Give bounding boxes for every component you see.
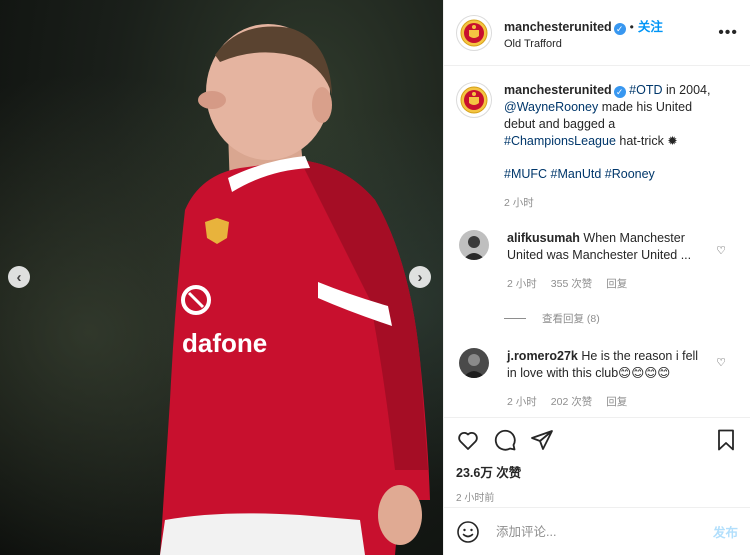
comment-input[interactable] bbox=[496, 524, 713, 539]
hashtag-link[interactable]: #Rooney bbox=[605, 167, 655, 181]
save-bookmark-icon[interactable] bbox=[714, 428, 738, 452]
comment-username[interactable]: alifkusumah bbox=[507, 231, 580, 245]
replies-divider bbox=[504, 318, 526, 319]
follow-button[interactable]: 关注 bbox=[638, 20, 663, 34]
more-options-icon[interactable]: ••• bbox=[718, 24, 738, 42]
comments-list[interactable]: manchesterunited ✓ #OTD in 2004, @WayneRo… bbox=[444, 66, 750, 416]
commenter-avatar[interactable] bbox=[459, 230, 489, 260]
verified-badge-icon: ✓ bbox=[613, 86, 626, 98]
add-comment-bar: 发布 bbox=[444, 507, 750, 555]
mention-link[interactable]: @WayneRooney bbox=[504, 100, 598, 114]
post-timestamp[interactable]: 2 小时前 bbox=[456, 489, 738, 504]
hashtag-link[interactable]: #OTD bbox=[629, 83, 662, 97]
post-photo[interactable]: dafone ‹ › bbox=[0, 0, 443, 555]
hashtag-link[interactable]: #MUFC bbox=[504, 167, 547, 181]
comment-bubble-icon[interactable] bbox=[493, 428, 517, 452]
post-side-panel: manchesterunited✓•关注 Old Trafford ••• bbox=[443, 0, 750, 555]
view-replies-label[interactable]: 查看回复 (8) bbox=[542, 311, 600, 326]
like-count[interactable]: 23.6万 次赞 bbox=[456, 462, 738, 481]
caption-text: manchesterunited ✓ #OTD in 2004, @WayneRo… bbox=[504, 82, 724, 150]
caption-segment: hat-trick ✹ bbox=[615, 134, 678, 148]
comment-like-count[interactable]: 202 次赞 bbox=[551, 394, 592, 411]
emoji-smiley-icon[interactable] bbox=[456, 520, 480, 544]
man-utd-crest-icon bbox=[460, 86, 488, 114]
like-heart-icon[interactable] bbox=[456, 428, 480, 452]
previous-photo-button[interactable]: ‹ bbox=[8, 266, 30, 288]
post-comment-button[interactable]: 发布 bbox=[713, 522, 738, 541]
comment-like-count[interactable]: 355 次赞 bbox=[551, 276, 592, 293]
hashtag-link[interactable]: #ManUtd bbox=[551, 167, 602, 181]
comment-like-heart-icon[interactable]: ♡ bbox=[716, 356, 726, 369]
separator-dot: • bbox=[629, 19, 634, 34]
reply-button[interactable]: 回复 bbox=[606, 276, 627, 293]
share-paper-plane-icon[interactable] bbox=[530, 428, 554, 452]
location-link[interactable]: Old Trafford bbox=[504, 38, 718, 50]
comment-time[interactable]: 2 小时 bbox=[507, 394, 537, 411]
man-utd-crest-icon bbox=[460, 19, 488, 46]
caption-time[interactable]: 2 小时 bbox=[504, 195, 724, 212]
instagram-post-view: dafone ‹ › manchesterunited ✓ • 关注 Old T… bbox=[0, 0, 750, 555]
caption-segment: in 2004, bbox=[662, 83, 711, 97]
sponsor-text: dafone bbox=[182, 328, 267, 358]
hashtag-link[interactable]: #ChampionsLeague bbox=[504, 134, 616, 148]
comment-item: alifkusumah When Manchester United was M… bbox=[444, 230, 750, 293]
comment-like-heart-icon[interactable]: ♡ bbox=[716, 244, 726, 257]
caption-username[interactable]: manchesterunited bbox=[504, 83, 612, 97]
post-header: manchesterunited ✓ • 关注 Old Trafford ••• bbox=[444, 0, 750, 66]
comment-time[interactable]: 2 小时 bbox=[507, 276, 537, 293]
post-caption: manchesterunited ✓ #OTD in 2004, @WayneRo… bbox=[444, 66, 750, 212]
caption-hashtags: #MUFC #ManUtd #Rooney bbox=[504, 166, 724, 183]
avatar-image-icon bbox=[459, 348, 489, 378]
reply-button[interactable]: 回复 bbox=[606, 394, 627, 411]
profile-avatar[interactable] bbox=[456, 14, 492, 51]
comment-item: j.romero27k He is the reason i fell in l… bbox=[444, 348, 750, 411]
caption-avatar[interactable] bbox=[456, 82, 492, 118]
verified-badge-icon: ✓ bbox=[613, 22, 626, 35]
post-actions: 23.6万 次赞 2 小时前 bbox=[444, 417, 750, 507]
commenter-avatar[interactable] bbox=[459, 348, 489, 378]
player-figure: dafone bbox=[160, 24, 430, 555]
next-photo-button[interactable]: › bbox=[409, 266, 431, 288]
comment-username[interactable]: j.romero27k bbox=[507, 349, 578, 363]
avatar-image-icon bbox=[459, 230, 489, 260]
view-replies-button[interactable]: 查看回复 (8) bbox=[504, 311, 750, 326]
header-username[interactable]: manchesterunited bbox=[504, 20, 612, 34]
